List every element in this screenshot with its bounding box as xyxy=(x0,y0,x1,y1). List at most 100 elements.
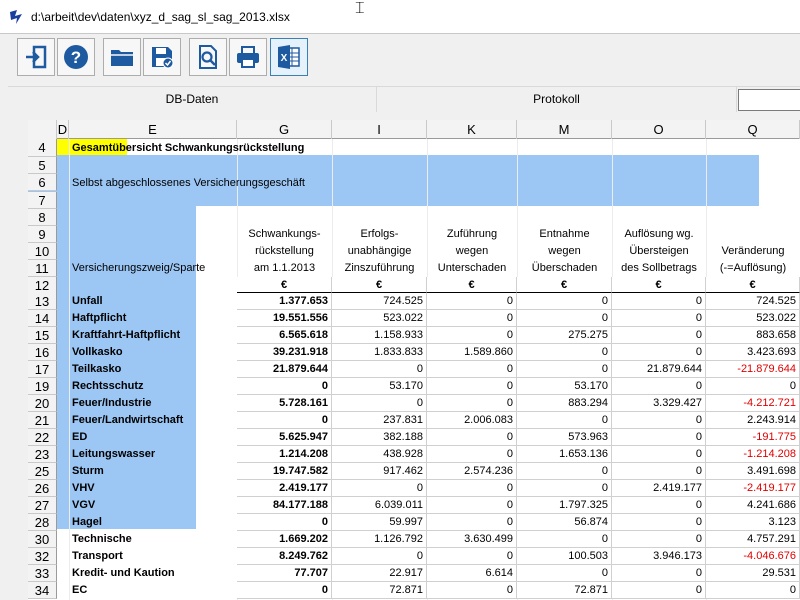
row-header[interactable]: 21 xyxy=(28,412,57,429)
data-cell[interactable]: 84.177.188 xyxy=(237,497,332,514)
data-cell[interactable]: 0 xyxy=(612,378,706,395)
row-header[interactable]: 30 xyxy=(28,531,57,548)
data-cell[interactable]: 1.797.325 xyxy=(517,497,612,514)
row-header[interactable]: 17 xyxy=(28,361,57,378)
data-cell[interactable]: 0 xyxy=(517,310,612,327)
data-cell[interactable]: 0 xyxy=(517,480,612,497)
data-cell[interactable]: -191.775 xyxy=(706,429,800,446)
data-cell[interactable]: 21.879.644 xyxy=(612,361,706,378)
data-cell[interactable]: 3.946.173 xyxy=(612,548,706,565)
data-cell[interactable]: 59.997 xyxy=(332,514,427,531)
data-cell[interactable]: 1.377.653 xyxy=(237,293,332,310)
data-cell[interactable]: 5.728.161 xyxy=(237,395,332,412)
data-cell[interactable]: 0 xyxy=(427,395,517,412)
tab-protokoll[interactable]: Protokoll xyxy=(377,87,737,112)
data-cell[interactable]: 2.419.177 xyxy=(237,480,332,497)
data-cell[interactable]: 77.707 xyxy=(237,565,332,582)
data-cell[interactable]: 19.747.582 xyxy=(237,463,332,480)
data-cell[interactable]: 3.329.427 xyxy=(612,395,706,412)
row-header[interactable]: 27 xyxy=(28,497,57,514)
data-cell[interactable]: 6.614 xyxy=(427,565,517,582)
row-header[interactable]: 16 xyxy=(28,344,57,361)
data-cell[interactable]: 724.525 xyxy=(332,293,427,310)
data-cell[interactable]: 2.006.083 xyxy=(427,412,517,429)
data-cell[interactable]: 3.423.693 xyxy=(706,344,800,361)
data-cell[interactable]: 0 xyxy=(706,378,800,395)
data-cell[interactable]: 29.531 xyxy=(706,565,800,582)
data-cell[interactable]: 4.241.686 xyxy=(706,497,800,514)
data-cell[interactable]: 0 xyxy=(427,582,517,599)
data-cell[interactable]: -4.212.721 xyxy=(706,395,800,412)
data-cell[interactable]: 2.243.914 xyxy=(706,412,800,429)
data-cell[interactable]: 0 xyxy=(427,293,517,310)
row-header[interactable]: 7 xyxy=(28,192,57,209)
data-cell[interactable]: 0 xyxy=(427,548,517,565)
data-cell[interactable]: 0 xyxy=(612,531,706,548)
data-cell[interactable]: 724.525 xyxy=(706,293,800,310)
data-cell[interactable]: 72.871 xyxy=(517,582,612,599)
data-cell[interactable]: 0 xyxy=(612,497,706,514)
col-header-k[interactable]: K xyxy=(427,120,517,139)
row-header[interactable]: 28 xyxy=(28,514,57,531)
spreadsheet[interactable]: D E G I K M O Q 4 5 6 7 8 9 10 11 12 13 14 15 16 17 19… xyxy=(28,120,800,600)
data-cell[interactable]: 0 xyxy=(706,582,800,599)
row-header[interactable]: 12 xyxy=(28,277,57,294)
tab-search-field[interactable] xyxy=(738,89,800,111)
row-header[interactable]: 6 xyxy=(28,174,57,191)
row-header[interactable]: 23 xyxy=(28,446,57,463)
data-cell[interactable]: 883.658 xyxy=(706,327,800,344)
col-header-e[interactable]: E xyxy=(69,120,237,139)
data-cell[interactable]: 72.871 xyxy=(332,582,427,599)
data-cell[interactable]: 0 xyxy=(612,514,706,531)
open-button[interactable] xyxy=(103,38,141,76)
data-cell[interactable]: 0 xyxy=(517,463,612,480)
data-cell[interactable]: 5.625.947 xyxy=(237,429,332,446)
data-cell[interactable]: 0 xyxy=(427,310,517,327)
data-cell[interactable]: 0 xyxy=(427,327,517,344)
data-cell[interactable]: 1.126.792 xyxy=(332,531,427,548)
data-cell[interactable]: 1.833.833 xyxy=(332,344,427,361)
data-cell[interactable]: 0 xyxy=(517,293,612,310)
data-cell[interactable]: 0 xyxy=(332,395,427,412)
select-all-corner[interactable] xyxy=(28,120,57,139)
print-button[interactable] xyxy=(229,38,267,76)
row-header[interactable]: 19 xyxy=(28,378,57,395)
data-cell[interactable]: 0 xyxy=(612,582,706,599)
data-cell[interactable]: 0 xyxy=(332,548,427,565)
data-cell[interactable]: 3.491.698 xyxy=(706,463,800,480)
data-cell[interactable]: 8.249.762 xyxy=(237,548,332,565)
row-header[interactable]: 9 xyxy=(28,226,57,243)
col-header-d[interactable]: D xyxy=(57,120,69,139)
row-header[interactable]: 26 xyxy=(28,480,57,497)
data-cell[interactable]: 0 xyxy=(612,565,706,582)
data-cell[interactable]: 0 xyxy=(612,327,706,344)
data-cell[interactable]: 0 xyxy=(612,293,706,310)
data-cell[interactable]: 100.503 xyxy=(517,548,612,565)
row-header[interactable]: 10 xyxy=(28,243,57,260)
data-cell[interactable]: 1.589.860 xyxy=(427,344,517,361)
row-header[interactable]: 34 xyxy=(28,582,57,599)
data-cell[interactable]: 0 xyxy=(332,361,427,378)
data-cell[interactable]: 0 xyxy=(612,463,706,480)
data-cell[interactable]: 275.275 xyxy=(517,327,612,344)
excel-button[interactable]: X xyxy=(270,38,308,76)
data-cell[interactable]: 0 xyxy=(612,412,706,429)
data-cell[interactable]: 6.039.011 xyxy=(332,497,427,514)
data-cell[interactable]: 573.963 xyxy=(517,429,612,446)
data-cell[interactable]: 0 xyxy=(427,497,517,514)
row-header[interactable]: 5 xyxy=(28,157,57,174)
data-cell[interactable]: 0 xyxy=(237,412,332,429)
data-cell[interactable]: 0 xyxy=(237,514,332,531)
data-cell[interactable]: 2.419.177 xyxy=(612,480,706,497)
row-header[interactable]: 20 xyxy=(28,395,57,412)
row-header[interactable]: 8 xyxy=(28,209,57,226)
data-cell[interactable]: 0 xyxy=(237,378,332,395)
row-header[interactable]: 33 xyxy=(28,565,57,582)
data-cell[interactable]: -1.214.208 xyxy=(706,446,800,463)
data-cell[interactable]: 523.022 xyxy=(332,310,427,327)
data-cell[interactable]: 0 xyxy=(517,412,612,429)
exit-button[interactable] xyxy=(17,38,55,76)
data-cell[interactable]: 3.123 xyxy=(706,514,800,531)
data-cell[interactable]: 917.462 xyxy=(332,463,427,480)
data-cell[interactable]: 53.170 xyxy=(332,378,427,395)
